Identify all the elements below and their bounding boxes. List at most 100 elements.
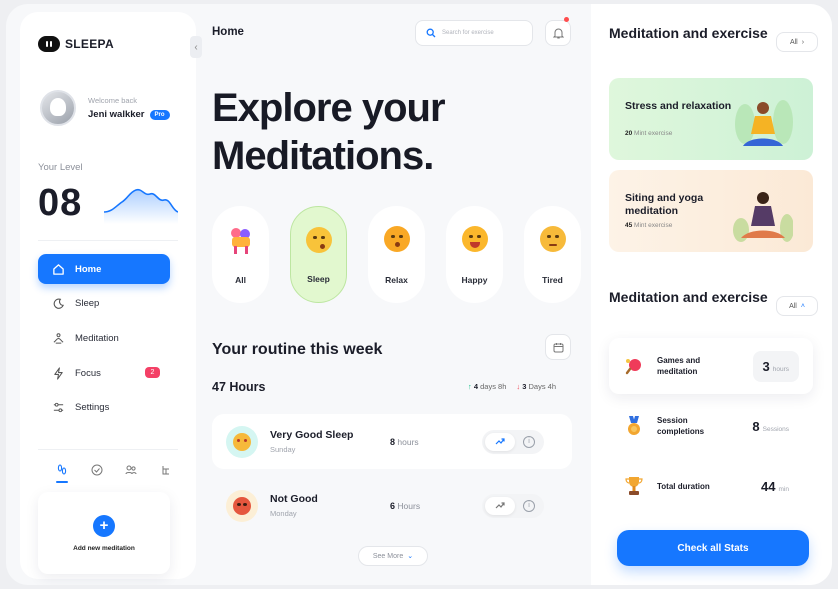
avatar [40,90,76,126]
info-icon[interactable]: i [523,435,535,448]
nav-item-meditation[interactable]: Meditation [38,323,170,353]
routine-trend-stats: ↑ 4 days 8h ↓ 3 Days 4h [468,382,556,391]
trophy-icon [623,476,645,496]
trend-up-icon [495,502,505,509]
stat-row[interactable]: Games and meditation 3 hours [609,338,813,394]
sidebar: SLEEPA ‹ Welcome back Jeni walkker Pro Y… [20,12,202,579]
check-circle-icon [91,464,103,476]
tab-footprints[interactable] [52,457,72,483]
stat-row[interactable]: Total duration 44 min [609,458,813,514]
chevron-right-icon: › [801,38,805,46]
sleeping-face-icon [305,227,332,253]
filter-label: All [789,38,798,46]
see-more-label: See More [372,552,404,560]
star-eyes-face-icon [226,425,258,458]
tab-growth[interactable] [156,457,176,483]
home-icon [53,263,64,275]
hero-line-1: Explore your [212,86,446,130]
trend-down: ↓ 3 Days 4h [516,382,557,391]
exercise-card[interactable]: Stress and relaxation 20 Mint exercise [609,78,813,160]
filter-dropdown[interactable]: All › [776,32,818,52]
trend-chart-button[interactable] [485,432,515,451]
bottom-tabs [44,457,184,483]
section-title: Meditation and exercise [609,25,768,41]
info-icon[interactable]: i [523,499,535,512]
routine-row-hours: 8 hours [390,436,419,447]
meditating-person-illustration [735,100,793,146]
hero-heading: Explore your Meditations. [212,84,446,180]
routine-row[interactable]: Not Good Monday 6 Hours i [212,478,572,533]
chevron-down-icon: ⌄ [407,553,414,560]
mood-all[interactable]: All [212,206,269,303]
mood-label-sleep: Sleep [307,274,330,284]
filter-label: All [789,302,797,310]
search-input[interactable]: Search for exercise [415,20,533,46]
nav-label-focus: Focus [75,367,101,379]
yoga-person-illustration [733,192,793,242]
card-subtitle: 20 Mint exercise [625,130,673,137]
notifications-button[interactable] [545,20,571,46]
stat-value: 3 hours [752,350,799,382]
mood-label-all: All [235,275,246,285]
app-window: SLEEPA ‹ Welcome back Jeni walkker Pro Y… [6,4,832,585]
mood-happy[interactable]: Happy [446,206,503,303]
search-icon [426,28,436,38]
chevron-up-icon: ˄ [800,302,805,310]
routine-row[interactable]: Very Good Sleep Sunday 8 hours i [212,414,572,469]
mood-tired[interactable]: Tired [524,206,581,303]
level-label: Your Level [38,162,83,173]
pro-badge: Pro [149,109,170,120]
right-panel: Meditation and exercise All › Stress and… [591,4,832,585]
card-title: Siting and yoga meditation [625,192,704,217]
focus-count-badge: 2 [145,367,160,379]
tired-face-icon [539,226,566,252]
logo-icon [38,36,60,52]
stat-label: Games and meditation [657,356,701,376]
notification-dot [564,17,569,22]
medal-icon [623,416,645,436]
exercise-card[interactable]: Siting and yoga meditation 45 Mint exerc… [609,170,813,252]
level-wave-chart [104,188,178,224]
nav-label-sleep: Sleep [75,298,100,310]
bell-icon [552,28,564,39]
add-meditation-button[interactable]: + [93,514,115,537]
nav-item-settings[interactable]: Settings [38,393,170,423]
search-placeholder: Search for exercise [442,30,494,36]
all-moods-icon [228,226,254,254]
nav-label-settings: Settings [75,402,110,414]
nav-label-home: Home [75,263,102,275]
nav-item-home[interactable]: Home [38,254,170,284]
check-all-stats-button[interactable]: Check all Stats [617,530,809,566]
see-more-button[interactable]: See More ⌄ [358,546,428,566]
mood-relax[interactable]: Relax [368,206,425,303]
tab-tasks[interactable] [87,457,107,483]
routine-row-title: Very Good Sleep [270,429,354,441]
mood-label-relax: Relax [385,275,408,285]
mood-filter: All Sleep Relax Happy Tired [212,206,581,303]
nav-item-focus[interactable]: Focus 2 [38,358,170,388]
collapse-sidebar-button[interactable]: ‹ [190,36,202,58]
user-name: Jeni walkker [88,109,145,120]
nav-label-meditation: Meditation [75,332,119,344]
user-profile[interactable]: Welcome back Jeni walkker Pro [40,90,170,126]
brand-logo[interactable]: SLEEPA [38,36,114,52]
footprints-icon [57,464,67,475]
mood-sleep[interactable]: Sleep [290,206,347,303]
calendar-icon [553,342,563,352]
tab-community[interactable] [121,457,141,483]
routine-row-day: Sunday [270,445,296,454]
stat-value: 44 min [761,478,789,494]
trend-chart-button[interactable] [485,496,515,515]
trend-up: ↑ 4 days 8h [468,382,507,391]
calendar-button[interactable] [545,334,571,360]
stat-row[interactable]: Session completions 8 Sessions [609,398,813,454]
frowning-face-icon [226,489,258,522]
ping-pong-icon [623,357,645,375]
add-meditation-card[interactable]: + Add new meditation [38,492,170,574]
nav-item-sleep[interactable]: Sleep [38,289,170,319]
card-title: Stress and relaxation [625,100,732,112]
filter-dropdown[interactable]: All ˄ [776,296,818,316]
brand-name: SLEEPA [65,37,114,51]
mood-label-happy: Happy [461,275,488,285]
routine-title: Your routine this week [212,341,383,358]
